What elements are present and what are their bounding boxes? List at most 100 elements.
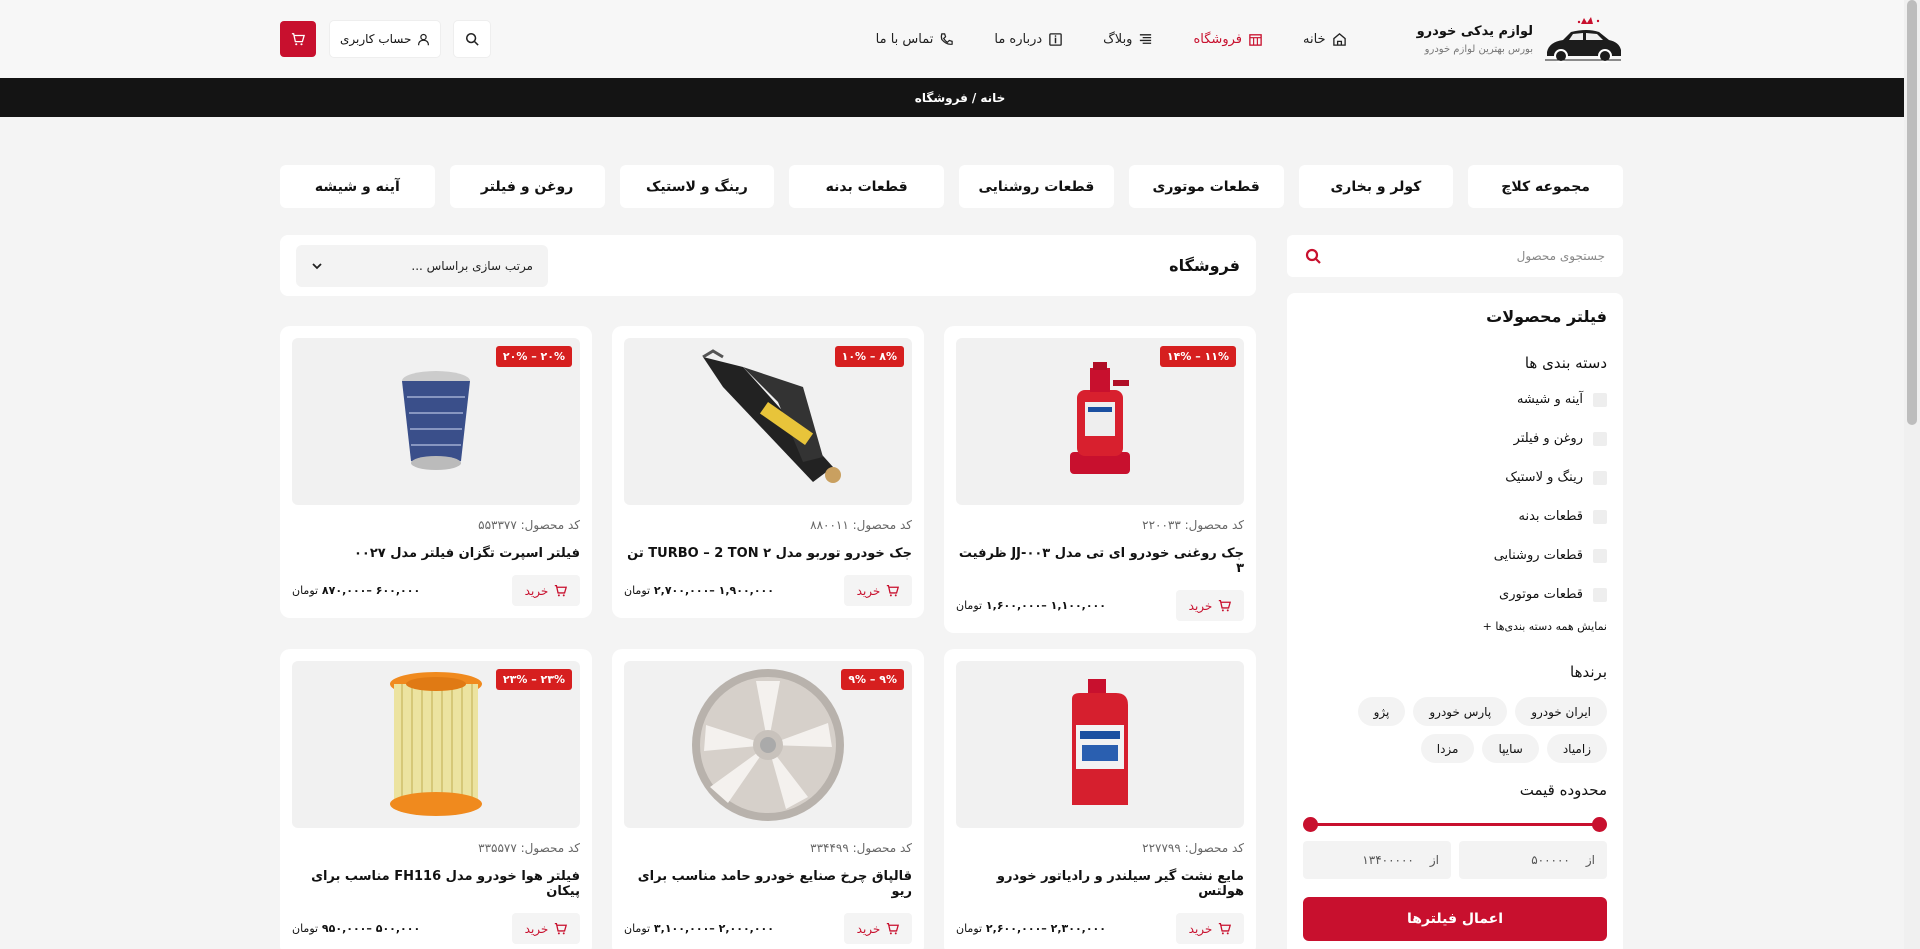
product-name[interactable]: جک خودرو توربو مدل TURBO – 2 TON ۲ تن [624,546,912,561]
product-image[interactable]: ۱۱% – ۱۴% [956,338,1244,505]
price-unit: تومان [292,584,319,597]
checkbox-label: قطعات موتوری [1499,587,1583,602]
nav-shop[interactable]: فروشگاه [1193,32,1263,47]
product-price: ۲,۳۰۰,۰۰۰ –۲,۶۰۰,۰۰۰ تومان [956,922,1106,935]
category-pill[interactable]: قطعات بدنه [789,165,944,208]
product-image[interactable]: ۲۳% – ۲۳% [292,661,580,828]
breadcrumb-home[interactable]: خانه [980,91,1005,105]
category-pill[interactable]: رینگ و لاستیک [619,165,775,208]
category-pill[interactable]: قطعات موتوری [1128,165,1284,208]
brand-chip[interactable]: زامیاد [1546,734,1607,763]
cart-icon [291,33,305,46]
sealant-bottle-image [1072,678,1128,805]
checkbox-box[interactable] [1593,587,1607,602]
product-card[interactable]: ۹% – ۹% کد محصول: ۳۳۴۴۹۹ قالپاق چرخ صنای… [612,649,924,949]
nav-blog-label: وبلاگ [1103,31,1133,47]
product-name[interactable]: مایع نشت گیر سیلندر و رادیاتور خودرو هول… [956,869,1244,899]
nav-home-label: خانه [1302,31,1326,47]
category-checkbox[interactable]: قطعات بدنه [1303,497,1607,536]
category-checkbox[interactable]: قطعات روشنایی [1303,536,1607,575]
price-range-track [1309,823,1601,826]
scrollbar-thumb[interactable] [1907,0,1917,425]
brand[interactable]: لوازم یدکی خودرو بورس بهترین لوازم خودرو [1417,14,1623,64]
product-card[interactable]: ۲۳% – ۲۳% کد محصول: ۳۳۵۵۷۷ فیلتر هوا خود… [280,649,592,949]
product-name[interactable]: قالپاق چرخ صنایع خودرو حامد مناسب برای ر… [624,869,912,899]
product-card[interactable]: ۲۰% – ۲۰% کد محصول: ۵۵۳۳۷۷ فیلتر اسپرت ت… [280,326,592,618]
brand-chip[interactable]: سایپا [1482,734,1539,763]
category-pill[interactable]: روغن و فیلتر [449,165,605,208]
account-button[interactable]: حساب کاربری [330,21,441,57]
nav-blog[interactable]: وبلاگ [1103,32,1153,47]
price-min-handle[interactable] [1592,817,1607,832]
price-min-input[interactable]: از ۵۰۰۰۰۰ [1459,841,1607,879]
category-pill[interactable]: قطعات روشنایی [959,165,1114,208]
checkbox-box[interactable] [1593,392,1607,407]
category-pill[interactable]: آینه و شیشه [280,165,435,208]
buy-label: خرید [856,921,881,936]
product-name[interactable]: جک روغنی خودرو ای تی مدل ۰۰۳-JJ ظرفیت ۳ [956,546,1244,576]
buy-button[interactable]: خرید [844,575,912,606]
buy-button[interactable]: خرید [1176,590,1244,621]
brand-chip[interactable]: مزدا [1420,734,1475,763]
show-all-categories-link[interactable]: نمایش همه دسته بندی‌ها + [1303,620,1607,633]
product-price: ۲,۰۰۰,۰۰۰ –۳,۱۰۰,۰۰۰ تومان [624,922,774,935]
checkbox-label: رینگ و لاستیک [1505,470,1583,485]
product-card[interactable]: ۱۱% – ۱۴% کد محصول: ۲۲۰۰۳۳ جک روغنی خودر… [944,326,1256,633]
checkbox-box[interactable] [1593,509,1607,524]
checkbox-box[interactable] [1593,431,1607,446]
category-pill[interactable]: کولر و بخاری [1298,165,1454,208]
product-image[interactable]: ۲۰% – ۲۰% [292,338,580,505]
air-filter-image [390,671,482,816]
product-price: ۶۰۰,۰۰۰ –۸۷۰,۰۰۰ تومان [292,584,420,597]
shop-icon [1249,33,1262,46]
checkbox-box[interactable] [1593,548,1607,563]
category-checkbox[interactable]: قطعات موتوری [1303,575,1607,614]
discount-badge: ۸% – ۱۰% [834,346,904,367]
category-pill[interactable]: مجموعه کلاچ [1468,165,1623,208]
buy-button[interactable]: خرید [512,575,580,606]
sort-select[interactable]: مرتب سازی براساس ... [296,244,548,287]
product-card[interactable]: کد محصول: ۲۲۷۷۹۹ مایع نشت گیر سیلندر و ر… [944,649,1256,949]
product-search-input[interactable]: جستجوی محصول [1287,235,1623,277]
product-image[interactable]: ۹% – ۹% [624,661,912,828]
brand-chip[interactable]: ایران خودرو [1515,697,1607,726]
cart-icon [555,584,568,597]
product-code: کد محصول: ۲۲۰۰۳۳ [1142,518,1244,532]
product-code: کد محصول: ۵۵۳۳۷۷ [478,518,580,532]
price-max-handle[interactable] [1303,817,1318,832]
breadcrumb: خانه / فروشگاه [0,78,1920,117]
nav-home[interactable]: خانه [1303,32,1347,47]
price-range-slider[interactable] [1303,817,1607,832]
product-name[interactable]: فیلتر هوا خودرو مدل FH116 مناسب برای پیک… [292,869,580,899]
buy-button[interactable]: خرید [844,913,912,944]
price-max-value: ۱۳۴۰۰۰۰۰ [1362,853,1414,867]
home-icon [1332,32,1346,46]
product-code: کد محصول: ۳۳۴۴۹۹ [810,841,912,855]
product-card[interactable]: ۸% – ۱۰% کد محصول: ۸۸۰۰۱۱ جک خودرو توربو… [612,326,924,618]
checkbox-box[interactable] [1593,470,1607,485]
search-button[interactable] [454,21,491,57]
nav-about[interactable]: درباره ما [994,32,1063,47]
cart-button[interactable] [280,21,316,57]
brand-subtitle: بورس بهترین لوازم خودرو [1424,43,1533,55]
product-name[interactable]: فیلتر اسپرت تگزان فیلتر مدل ۰۰۲۷ [292,546,580,561]
product-image[interactable]: ۸% – ۱۰% [624,338,912,505]
category-checkbox[interactable]: روغن و فیلتر [1303,419,1607,458]
category-pills: مجموعه کلاچ کولر و بخاری قطعات موتوری قط… [280,165,1623,208]
price-max-input[interactable]: از ۱۳۴۰۰۰۰۰ [1303,841,1451,879]
product-image[interactable] [956,661,1244,828]
brand-chip[interactable]: پژو [1357,697,1406,726]
buy-button[interactable]: خرید [1176,913,1244,944]
category-checkbox[interactable]: آینه و شیشه [1303,380,1607,419]
buy-button[interactable]: خرید [512,913,580,944]
apply-filters-button[interactable]: اعمال فیلترها [1303,897,1607,941]
buy-label: خرید [1188,921,1213,936]
price-unit: تومان [956,599,983,612]
breadcrumb-current: فروشگاه [914,90,968,105]
brand-chip[interactable]: پارس خودرو [1413,697,1508,726]
page-scrollbar[interactable] [1904,0,1920,949]
phone-icon [941,32,954,45]
nav-contact[interactable]: تماس با ما [876,32,955,47]
category-checkbox[interactable]: رینگ و لاستیک [1303,458,1607,497]
user-icon [418,33,430,45]
